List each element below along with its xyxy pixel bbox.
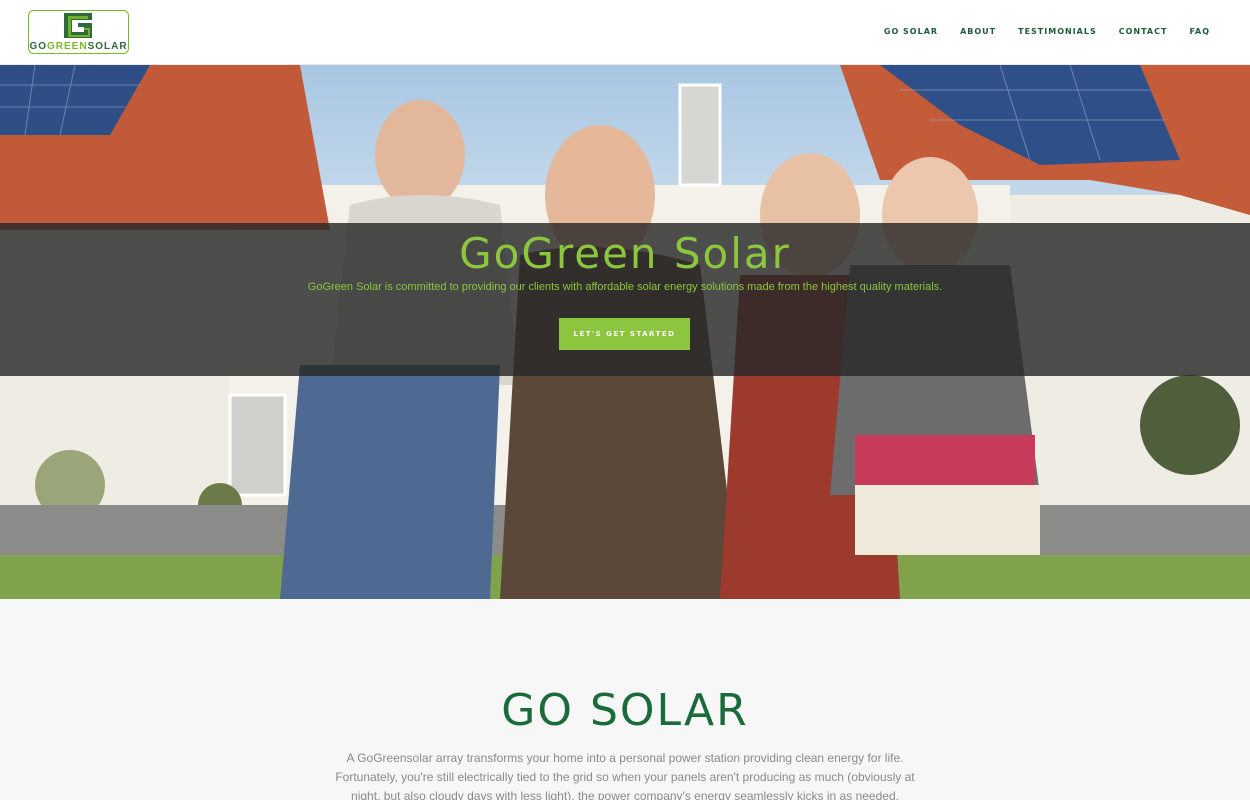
get-started-button[interactable]: LET'S GET STARTED <box>559 318 690 350</box>
site-header: GOGREENSOLAR GO SOLAR ABOUT TESTIMONIALS… <box>0 0 1250 65</box>
logo-wordmark: GOGREENSOLAR <box>29 41 128 52</box>
hero-title: GoGreen Solar <box>459 229 791 278</box>
section-body: A GoGreensolar array transforms your hom… <box>335 751 915 800</box>
go-solar-section: GO SOLAR A GoGreensolar array transforms… <box>0 599 1250 800</box>
nav-testimonials[interactable]: TESTIMONIALS <box>1018 27 1097 36</box>
site-logo[interactable]: GOGREENSOLAR <box>28 10 129 54</box>
nav-contact[interactable]: CONTACT <box>1119 27 1168 36</box>
hero-overlay: GoGreen Solar GoGreen Solar is committed… <box>0 223 1250 376</box>
main-nav: GO SOLAR ABOUT TESTIMONIALS CONTACT FAQ <box>862 27 1210 36</box>
nav-about[interactable]: ABOUT <box>960 27 996 36</box>
nav-faq[interactable]: FAQ <box>1189 27 1210 36</box>
hero-subtitle: GoGreen Solar is committed to providing … <box>307 281 943 293</box>
nav-go-solar[interactable]: GO SOLAR <box>884 27 938 36</box>
section-title: GO SOLAR <box>501 685 749 736</box>
hero-section: GoGreen Solar GoGreen Solar is committed… <box>0 65 1250 599</box>
